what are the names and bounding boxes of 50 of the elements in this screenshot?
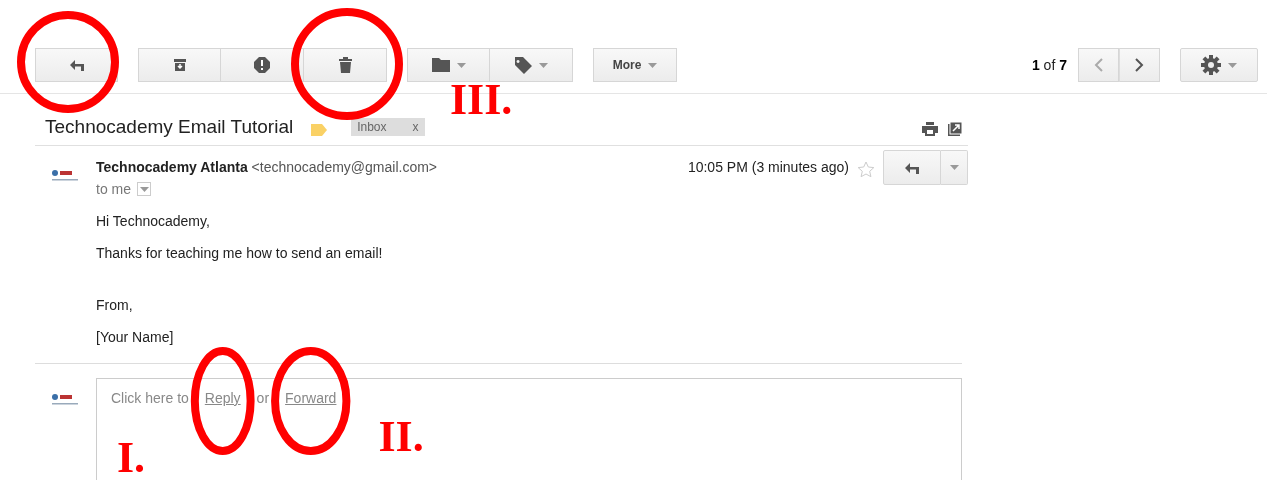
message-text: Thanks for teaching me how to send an email! (96, 245, 384, 261)
tag-icon (514, 56, 532, 74)
reply-prompt: Click here to Reply or Forward (111, 390, 337, 406)
avatar-logo (52, 393, 78, 405)
settings-icon (1201, 55, 1221, 75)
recipient-text: to me (96, 181, 131, 197)
reply-icon (68, 59, 85, 71)
label-marker-icon[interactable] (311, 124, 328, 136)
reply-link[interactable]: Reply (204, 390, 241, 406)
annotation-label: III. (450, 78, 513, 122)
caret-icon (456, 62, 466, 68)
inbox-label[interactable]: Inbox x (351, 118, 425, 136)
avatar-logo (52, 169, 78, 181)
reply-icon (904, 161, 920, 174)
caret-icon (139, 186, 149, 192)
message-text: From, (96, 297, 134, 313)
back-button[interactable] (35, 48, 118, 82)
caret-icon (648, 62, 658, 68)
details-dropdown[interactable] (137, 182, 151, 196)
trash-icon (338, 57, 352, 73)
star-icon[interactable] (857, 161, 875, 178)
move-button[interactable] (407, 48, 490, 82)
annotation-label: I. (117, 436, 146, 480)
conversation-subject: Technocademy Email Tutorial (45, 117, 294, 136)
message-text: Hi Technocademy, (96, 213, 211, 229)
sender-name: Technocademy Atlanta (96, 159, 248, 175)
alert-icon (254, 57, 270, 73)
spam-button[interactable] (221, 48, 304, 82)
caret-icon (538, 62, 548, 68)
forward-link[interactable]: Forward (285, 390, 337, 406)
settings-button[interactable] (1180, 48, 1258, 82)
message-time: 10:05 PM (3 minutes ago) (687, 158, 849, 175)
print-icon[interactable] (922, 122, 938, 136)
delete-button[interactable] (304, 48, 387, 82)
new-window-icon[interactable] (948, 122, 962, 136)
reply-box[interactable]: Click here to Reply or Forward (96, 378, 962, 420)
labels-button[interactable] (490, 48, 573, 82)
sender-address: <technocademy@gmail.com> (251, 159, 437, 175)
caret-icon (1228, 62, 1237, 68)
more-button[interactable]: More (593, 48, 677, 82)
message-text: [Your Name] (96, 329, 175, 345)
page-count: 1 of 7 (1031, 57, 1067, 73)
chevron-right-icon (1135, 58, 1144, 72)
archive-icon (172, 58, 187, 72)
next-button[interactable] (1119, 48, 1160, 82)
archive-button[interactable] (138, 48, 221, 82)
chevron-left-icon (1094, 58, 1103, 72)
folder-icon (431, 58, 450, 72)
caret-icon (949, 165, 959, 170)
reply-button[interactable] (883, 150, 941, 185)
